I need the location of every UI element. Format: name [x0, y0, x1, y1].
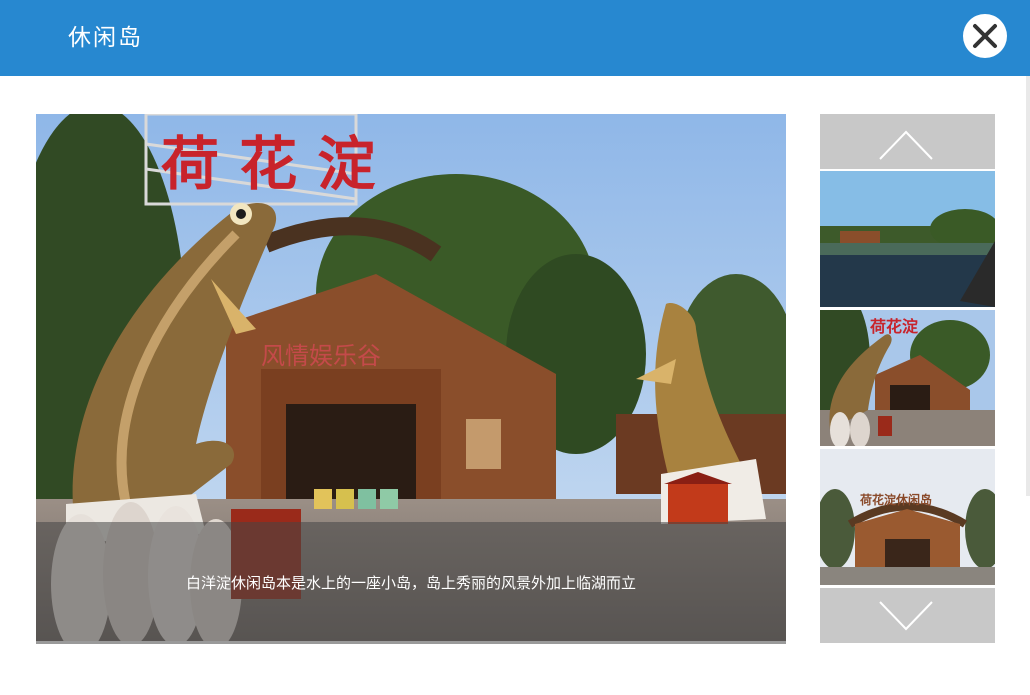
dialog-header: 休闲岛 [0, 0, 1030, 76]
close-icon [973, 24, 997, 48]
scroll-up-button[interactable] [820, 114, 995, 169]
thumbnail-fish-gate-image: 荷花淀 [820, 310, 995, 446]
thumbnail-wooden-gate[interactable]: 荷花淀休闲岛 [820, 449, 995, 585]
dialog-title: 休闲岛 [68, 25, 143, 51]
chevron-up-icon [879, 130, 933, 160]
svg-text:荷花淀: 荷花淀 [870, 317, 919, 336]
photo-bottom-border [36, 641, 786, 644]
thumbnail-fish-gate[interactable]: 荷花淀 [820, 310, 995, 446]
thumbnail-wooden-gate-image: 荷花淀休闲岛 [820, 449, 995, 585]
svg-text:荷花淀休闲岛: 荷花淀休闲岛 [859, 492, 932, 507]
close-button[interactable] [963, 14, 1007, 58]
chevron-down-icon [879, 601, 933, 631]
thumbnail-lake-image [820, 171, 995, 307]
photo-caption: 白洋淀休闲岛本是水上的一座小岛，岛上秀丽的风景外加上临湖而立 [185, 574, 636, 592]
main-photo: 荷 花 淀 风情娱乐谷 白洋淀休闲岛本是水上的一座小岛，岛上秀丽的风景外加上临湖… [36, 114, 786, 644]
svg-text:荷 花 淀: 荷 花 淀 [161, 130, 375, 198]
thumbnail-strip: 荷花淀 荷花淀休闲岛 [820, 114, 995, 643]
scroll-down-button[interactable] [820, 588, 995, 643]
building-sign: 风情娱乐谷 [261, 342, 381, 370]
thumbnail-lake[interactable] [820, 171, 995, 307]
dialog-edge [1026, 76, 1030, 496]
